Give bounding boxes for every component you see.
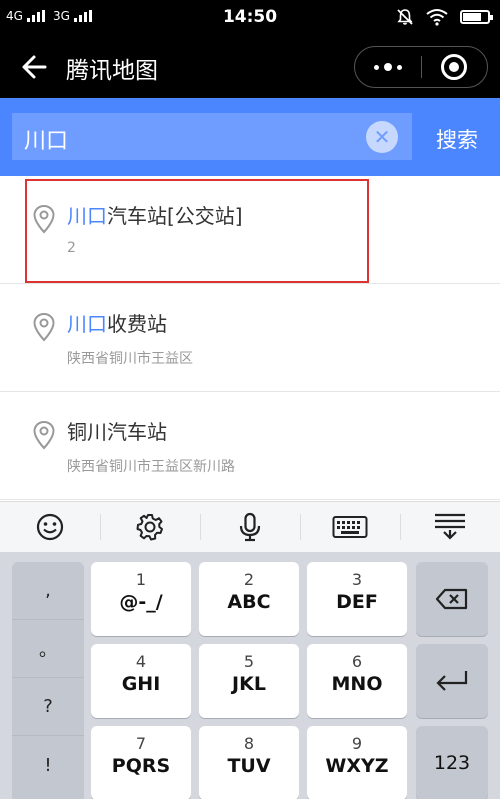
- key-number: 4: [135, 652, 147, 671]
- key-7[interactable]: 7 PQRS: [91, 726, 191, 799]
- key-letters: GHI: [121, 673, 161, 695]
- key-letters: WXYZ: [325, 755, 389, 777]
- hide-keyboard-button[interactable]: [400, 502, 500, 552]
- enter-icon: [436, 671, 468, 691]
- key-8[interactable]: 8 TUV: [199, 726, 299, 799]
- keyboard-collapse-icon: [435, 513, 465, 540]
- keyboard-settings-button[interactable]: [100, 502, 200, 552]
- key-5[interactable]: 5 JKL: [199, 644, 299, 718]
- key-letters: @-_/: [119, 591, 163, 613]
- search-input[interactable]: 川口 ✕: [12, 113, 412, 160]
- key-number: 8: [243, 734, 255, 753]
- key-letters: PQRS: [111, 755, 171, 777]
- key-letters: JKL: [232, 673, 266, 695]
- emoji-button[interactable]: [0, 502, 100, 552]
- enter-key[interactable]: [416, 644, 488, 718]
- key-4[interactable]: 4 GHI: [91, 644, 191, 718]
- t9-keyboard: , 。 ? ! 1 @-_/ 2 ABC 3 DEF 4 GHI 5 JKL 6…: [0, 552, 500, 799]
- wifi-icon: [426, 9, 448, 26]
- backspace-key[interactable]: [416, 562, 488, 636]
- symbol-key[interactable]: ?: [12, 678, 84, 736]
- battery-icon: [460, 10, 493, 24]
- gear-icon: [136, 514, 163, 541]
- key-number: 7: [135, 734, 147, 753]
- clear-icon[interactable]: ✕: [366, 121, 398, 153]
- microphone-icon: [239, 512, 261, 542]
- result-title-rest: 收费站: [107, 312, 167, 336]
- keyboard-layout-button[interactable]: [300, 502, 400, 552]
- symbol-key[interactable]: ,: [12, 562, 84, 620]
- location-pin-icon: [33, 420, 55, 450]
- miniprogram-capsule: [354, 46, 488, 88]
- symbol-key[interactable]: 。: [12, 620, 84, 678]
- key-number: 5: [243, 652, 255, 671]
- search-bar: 川口 ✕ 搜索: [0, 98, 500, 176]
- page-title: 腾讯地图: [66, 58, 158, 84]
- more-button[interactable]: [355, 47, 421, 87]
- key-6[interactable]: 6 MNO: [307, 644, 407, 718]
- key-1[interactable]: 1 @-_/: [91, 562, 191, 636]
- result-title: 川口收费站: [67, 308, 167, 337]
- key-number: 3: [351, 570, 363, 589]
- result-item[interactable]: 川口收费站 陕西省铜川市王益区: [0, 284, 500, 392]
- key-number: 2: [243, 570, 255, 589]
- mute-bell-icon: [397, 9, 413, 25]
- voice-input-button[interactable]: [200, 502, 300, 552]
- result-subtitle: 陕西省铜川市王益区新川路: [67, 459, 235, 475]
- symbol-column: , 。 ? !: [12, 562, 84, 799]
- status-icons: [396, 8, 493, 26]
- key-letters: DEF: [336, 591, 378, 613]
- location-pin-icon: [33, 312, 55, 342]
- close-miniprogram-button[interactable]: [422, 47, 488, 87]
- result-title: 铜川汽车站: [67, 416, 167, 445]
- key-2[interactable]: 2 ABC: [199, 562, 299, 636]
- key-number: 9: [351, 734, 363, 753]
- target-circle-icon: [441, 54, 468, 80]
- keyboard-toolbar: [0, 501, 500, 552]
- result-title-match: 川口: [67, 312, 107, 336]
- search-query[interactable]: 川口: [24, 123, 68, 155]
- mode-switch-key[interactable]: 123: [416, 726, 488, 799]
- result-subtitle: 陕西省铜川市王益区: [67, 351, 193, 367]
- selection-highlight-box: [25, 179, 369, 283]
- backspace-icon: [435, 588, 468, 610]
- key-letters: ABC: [227, 591, 271, 613]
- search-button[interactable]: 搜索: [436, 124, 478, 154]
- key-3[interactable]: 3 DEF: [307, 562, 407, 636]
- result-item[interactable]: 川口汽车站[公交站] 2: [0, 176, 500, 284]
- key-9[interactable]: 9 WXYZ: [307, 726, 407, 799]
- nav-bar: 腾讯地图: [0, 36, 500, 98]
- more-dots-icon: [373, 63, 402, 71]
- key-number: 6: [351, 652, 363, 671]
- status-bar: 4G 3G 14:50: [0, 0, 500, 36]
- key-number: 1: [135, 570, 147, 589]
- symbol-key[interactable]: !: [12, 736, 84, 794]
- result-title-rest: 铜川汽车站: [67, 420, 167, 444]
- back-arrow-icon[interactable]: [20, 53, 48, 81]
- key-letters: MNO: [331, 673, 383, 695]
- keyboard-icon: [332, 516, 368, 538]
- key-letters: TUV: [227, 755, 271, 777]
- search-results: 川口汽车站[公交站] 2 川口收费站 陕西省铜川市王益区 铜川汽车站 陕西省铜川…: [0, 176, 500, 501]
- result-item[interactable]: 铜川汽车站 陕西省铜川市王益区新川路: [0, 392, 500, 500]
- smiley-icon: [36, 513, 64, 541]
